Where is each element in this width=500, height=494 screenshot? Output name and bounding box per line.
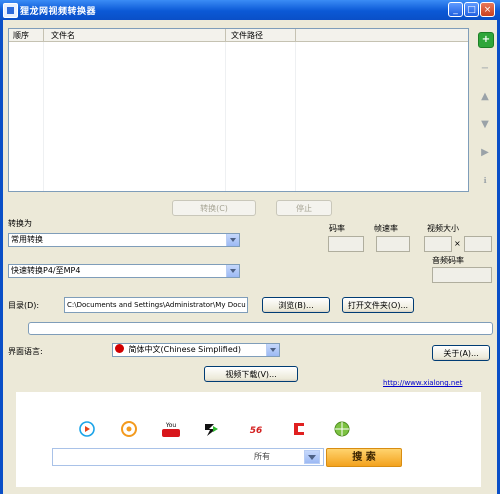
youku-icon[interactable] [78,420,96,438]
column-divider[interactable] [295,29,296,41]
directory-path-input[interactable]: C:\Documents and Settings\Administrator\… [64,297,248,313]
bitrate-label: 码率 [329,224,345,233]
about-button[interactable]: 关于(A)... [432,345,490,361]
browse-button[interactable]: 浏览(B)... [262,297,330,313]
progress-bar [28,322,493,335]
category-value: 常用转换 [11,235,43,244]
column-header-filename[interactable]: 文件名 [51,30,75,41]
remove-file-icon[interactable]: − [478,62,492,76]
search-input[interactable] [52,448,324,466]
close-button[interactable]: × [480,2,495,17]
website-link[interactable]: http://www.xialong.net [383,379,462,387]
column-divider[interactable] [43,29,44,41]
sina-icon[interactable] [202,420,220,438]
column-header-order[interactable]: 顺序 [13,30,29,41]
language-value: 简体中文(Chinese Simplified) [128,345,241,354]
size-separator: × [454,239,461,248]
move-up-icon[interactable]: ▲ [478,90,492,104]
search-category-value: 所有 [254,452,270,461]
directory-label: 目录(D): [8,301,40,310]
format-value: 快速转换P4/至MP4 [11,266,81,275]
grid-line [43,42,44,191]
globe-icon[interactable] [333,420,351,438]
convert-to-label: 转换为 [8,219,32,228]
chevron-down-icon[interactable] [226,265,239,277]
minimize-button[interactable]: _ [448,2,463,17]
video-width-field[interactable] [424,236,452,252]
china-flag-icon [115,344,124,353]
language-select[interactable]: 简体中文(Chinese Simplified) [112,343,280,357]
move-down-icon[interactable]: ▼ [478,118,492,132]
search-button[interactable]: 搜 索 [326,448,402,467]
56-icon[interactable]: 56 [246,420,266,438]
info-icon[interactable]: ℹ [478,174,492,188]
window-frame-left [0,20,3,494]
video-size-label: 视频大小 [427,224,459,233]
app-icon [3,3,18,18]
window-title: 狸龙网视频转换器 [20,7,97,17]
column-divider[interactable] [225,29,226,41]
language-label: 界面语言: [8,347,43,356]
tudou-icon[interactable] [120,420,138,438]
video-search-panel [16,392,481,487]
svg-text:56: 56 [250,426,263,436]
stop-button[interactable]: 停止 [276,200,332,216]
play-icon[interactable]: ▶ [478,146,492,160]
youtube-icon[interactable]: You [160,420,182,438]
audio-bitrate-label: 音频码率 [432,256,464,265]
bitrate-field[interactable] [328,236,364,252]
search-category-dropdown[interactable] [304,450,320,464]
convert-button[interactable]: 转换(C) [172,200,256,216]
audio-bitrate-field[interactable] [432,267,492,283]
list-header: 顺序 文件名 文件路径 [9,29,468,42]
framerate-field[interactable] [376,236,410,252]
chevron-down-icon[interactable] [226,234,239,246]
video-download-button[interactable]: 视频下载(V)... [204,366,298,382]
title-bar[interactable]: 狸龙网视频转换器 _ □ × [0,0,500,20]
column-header-filepath[interactable]: 文件路径 [231,30,263,41]
format-select[interactable]: 快速转换P4/至MP4 [8,264,240,278]
maximize-button[interactable]: □ [464,2,479,17]
category-select[interactable]: 常用转换 [8,233,240,247]
framerate-label: 帧速率 [374,224,398,233]
chevron-down-icon[interactable] [266,344,279,356]
svg-text:You: You [165,422,177,429]
grid-line [295,42,296,191]
ku6-icon[interactable] [290,420,308,438]
file-list[interactable]: 顺序 文件名 文件路径 [8,28,469,192]
video-height-field[interactable] [464,236,492,252]
grid-line [225,42,226,191]
open-folder-button[interactable]: 打开文件夹(O)... [342,297,414,313]
add-file-icon[interactable]: + [478,32,494,48]
chevron-down-icon [308,455,316,460]
